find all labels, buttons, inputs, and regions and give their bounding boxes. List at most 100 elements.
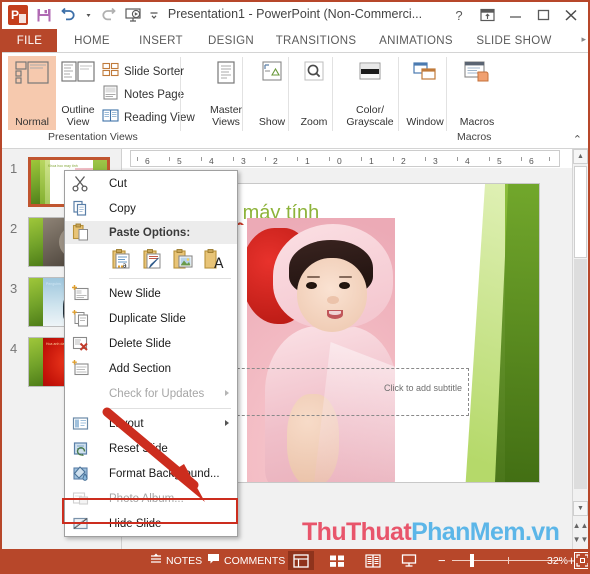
notes-button[interactable]: NOTES <box>150 549 202 572</box>
menu-format-background[interactable]: Format Background... <box>65 461 237 486</box>
vertical-scrollbar[interactable]: ▲ ▼ ▲▲ ▼▼ <box>572 149 588 549</box>
menu-format-background-label: Format Background... <box>109 467 220 480</box>
tab-transitions[interactable]: TRANSITIONS <box>270 29 362 53</box>
slide-subtitle-text: Click to add subtitle <box>383 383 462 393</box>
master-views-icon <box>213 60 239 93</box>
add-section-icon <box>71 359 90 378</box>
hide-slide-icon <box>71 514 90 533</box>
maximize-button[interactable] <box>530 4 556 26</box>
ruler-tick: 1 <box>369 156 374 166</box>
macros-button[interactable]: Macros <box>452 56 502 130</box>
layout-icon <box>71 414 90 433</box>
zoom-out-button[interactable]: − <box>432 553 452 568</box>
paste-picture-button[interactable] <box>171 248 195 272</box>
watermark-part-a: ThuThuat <box>302 518 412 546</box>
slide-context-menu[interactable]: Cut Copy Paste Options: a A New Slide Du… <box>64 170 238 537</box>
help-button[interactable]: ? <box>446 4 472 26</box>
menu-photo-album: Photo Album... <box>65 486 237 511</box>
normal-view-button[interactable]: Normal <box>8 56 56 130</box>
color-grayscale-button[interactable]: Color/ Grayscale <box>338 56 402 130</box>
menu-duplicate-slide[interactable]: Duplicate Slide <box>65 306 237 331</box>
menu-copy[interactable]: Copy <box>65 196 237 221</box>
window-button[interactable]: Window <box>402 56 448 130</box>
menu-delete-slide[interactable]: Delete Slide <box>65 331 237 356</box>
scroll-down-button[interactable]: ▼ <box>573 501 588 516</box>
scroll-up-button[interactable]: ▲ <box>573 149 588 164</box>
next-slide-button[interactable]: ▼▼ <box>573 533 588 545</box>
notes-label: NOTES <box>166 554 203 567</box>
status-reading-view-button[interactable] <box>360 551 386 570</box>
delete-slide-icon <box>71 334 90 353</box>
tab-insert[interactable]: INSERT <box>130 29 192 53</box>
close-button[interactable] <box>558 4 584 26</box>
slide-sorter-icon <box>102 62 119 82</box>
menu-copy-label: Copy <box>109 202 136 215</box>
menu-hide-slide[interactable]: Hide Slide <box>65 511 237 536</box>
tabs-overflow-icon[interactable]: ▸ <box>581 34 586 45</box>
slide-sorter-label: Slide Sorter <box>124 65 185 78</box>
status-slide-sorter-button[interactable] <box>324 551 350 570</box>
paste-keep-source-formatting-button[interactable] <box>140 248 164 272</box>
submenu-arrow-icon <box>225 390 229 396</box>
ruler-tick: 5 <box>497 156 502 166</box>
zoom-button[interactable]: Zoom <box>294 56 334 130</box>
ribbon-separator <box>288 57 289 131</box>
ribbon-separator <box>242 57 243 131</box>
tab-file[interactable]: FILE <box>2 29 57 53</box>
submenu-arrow-icon <box>225 420 229 426</box>
baby-photo[interactable] <box>247 218 395 482</box>
scrollbar-thumb[interactable] <box>574 166 587 258</box>
watermark: ThuThuatPhanMem.vn <box>302 518 560 547</box>
status-slide-show-button[interactable] <box>396 551 422 570</box>
menu-add-section[interactable]: Add Section <box>65 356 237 381</box>
reading-view-icon <box>102 108 119 128</box>
group-label-presentation-views: Presentation Views <box>48 131 138 143</box>
powerpoint-window: Presentation1 - PowerPoint (Non-Commerci… <box>0 0 590 574</box>
macros-label: Macros <box>459 115 495 128</box>
menu-new-slide[interactable]: New Slide <box>65 281 237 306</box>
scrollbar-track[interactable] <box>574 259 587 489</box>
notes-page-button[interactable]: Notes Page <box>102 84 184 105</box>
status-normal-view-button[interactable] <box>288 551 314 570</box>
comments-button[interactable]: COMMENTS <box>207 549 285 572</box>
zoom-level-label[interactable]: 32% <box>547 549 568 572</box>
minimize-button[interactable] <box>502 4 528 26</box>
menu-reset-slide[interactable]: Reset Slide <box>65 436 237 461</box>
outline-view-button[interactable]: Outline View <box>54 56 102 130</box>
ribbon-display-options-button[interactable] <box>474 4 500 26</box>
collapse-ribbon-icon[interactable]: ⌃ <box>573 133 582 146</box>
zoom-magnifier-icon <box>301 60 327 91</box>
ruler-tick: 2 <box>401 156 406 166</box>
ruler-tick: 3 <box>241 156 246 166</box>
ribbon-separator <box>332 57 333 131</box>
paste-use-destination-theme-button[interactable]: a <box>109 248 133 272</box>
notes-page-icon <box>102 84 119 105</box>
tab-home[interactable]: HOME <box>62 29 122 53</box>
paste-keep-text-only-button[interactable]: A <box>202 248 226 272</box>
show-button[interactable]: Show <box>252 56 292 130</box>
macros-icon <box>462 60 492 91</box>
menu-layout[interactable]: Layout <box>65 411 237 436</box>
duplicate-slide-icon <box>71 309 90 328</box>
thumbnail-title: Khoa hoc may tinh <box>48 164 78 168</box>
window-controls: ? <box>446 4 584 26</box>
menu-paste-options-label: Paste Options: <box>109 226 191 239</box>
photo-album-icon <box>71 489 90 508</box>
format-background-icon <box>71 464 90 483</box>
fit-slide-to-window-icon[interactable] <box>574 552 588 569</box>
slide-sorter-button[interactable]: Slide Sorter <box>102 61 184 82</box>
tab-slide-show[interactable]: SLIDE SHOW <box>470 29 558 53</box>
show-grid-icon <box>259 60 285 91</box>
menu-new-slide-label: New Slide <box>109 287 161 300</box>
tab-design[interactable]: DESIGN <box>200 29 262 53</box>
menu-cut[interactable]: Cut <box>65 171 237 196</box>
zoom-slider-handle[interactable] <box>469 554 474 567</box>
menu-check-for-updates: Check for Updates <box>65 381 237 406</box>
previous-slide-button[interactable]: ▲▲ <box>573 519 588 531</box>
menu-check-for-updates-label: Check for Updates <box>109 387 205 400</box>
ruler-tick: 5 <box>177 156 182 166</box>
slide-number: 1 <box>10 161 18 176</box>
zoom-slider-track[interactable] <box>451 554 562 567</box>
tab-animations[interactable]: ANIMATIONS <box>370 29 462 53</box>
thumbnail-title: Penguins <box>46 282 61 286</box>
